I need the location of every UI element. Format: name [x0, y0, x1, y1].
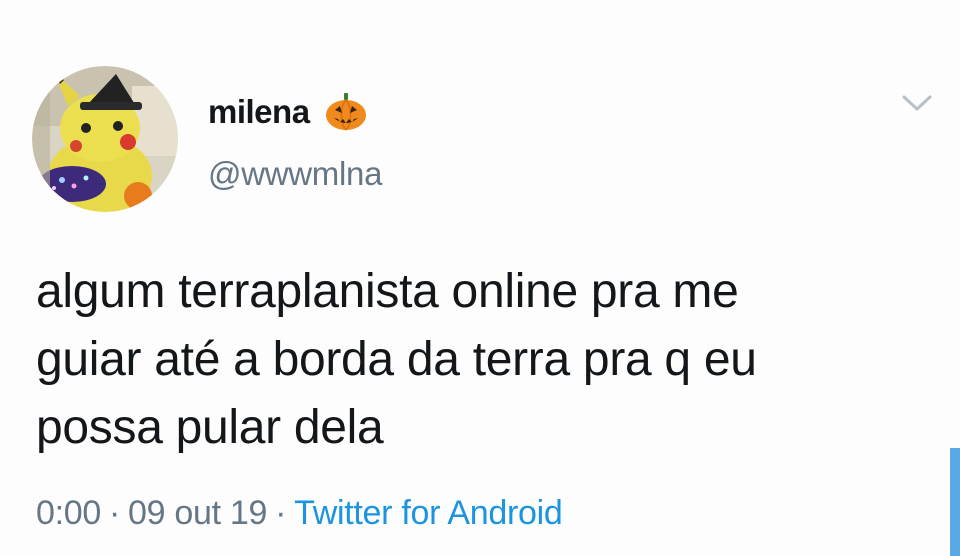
display-name[interactable]: milena	[208, 93, 310, 131]
tweet-meta: 0:00 · 09 out 19 · Twitter for Android	[36, 494, 563, 533]
tweet-text-line: possa pular dela	[36, 401, 384, 454]
user-handle[interactable]: @wwwmlna	[208, 155, 382, 193]
tweet-card: milena @wwwmlna algum terraplanista onli…	[0, 0, 960, 556]
chevron-down-icon[interactable]	[900, 92, 934, 114]
avatar[interactable]	[32, 66, 178, 212]
tweet-date[interactable]: 09 out 19	[128, 494, 267, 532]
name-row: milena	[208, 92, 368, 132]
edge-accent-bar	[950, 448, 960, 556]
jack-o-lantern-icon	[324, 92, 368, 132]
tweet-text-line: guiar até a borda da terra pra q eu	[36, 333, 757, 386]
meta-separator: ·	[275, 494, 287, 532]
tweet-source-link[interactable]: Twitter for Android	[294, 494, 563, 532]
tweet-text-line: algum terraplanista online pra me	[36, 265, 739, 318]
tweet-text: algum terraplanista online pra me guiar …	[36, 258, 936, 462]
meta-separator: ·	[108, 494, 121, 532]
avatar-image	[32, 66, 178, 212]
tweet-time[interactable]: 0:00	[36, 494, 101, 532]
